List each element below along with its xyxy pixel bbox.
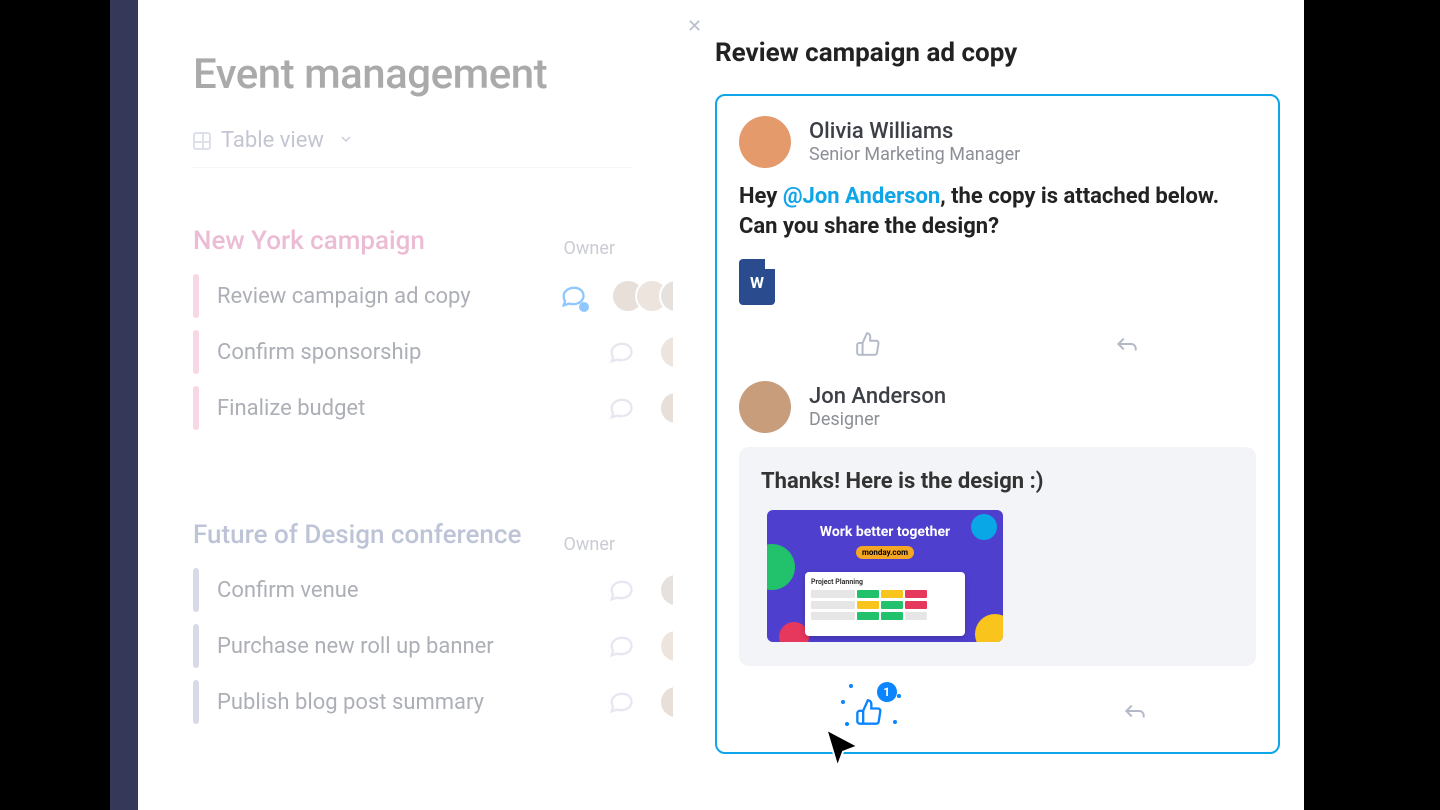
decorative-circle xyxy=(975,614,1003,642)
reply-button[interactable] xyxy=(1114,331,1140,361)
group-color-bar xyxy=(193,330,199,374)
unread-dot-icon xyxy=(579,302,589,312)
task-row[interactable]: Publish blog post summary xyxy=(193,674,693,730)
cursor-icon xyxy=(821,726,865,774)
like-count-badge: 1 xyxy=(877,682,897,702)
thumb-mini-board: Project Planning xyxy=(805,572,965,636)
avatar xyxy=(739,116,791,168)
mention[interactable]: @Jon Anderson xyxy=(783,184,940,209)
table-icon xyxy=(193,132,211,150)
author-name: Jon Anderson xyxy=(809,384,946,409)
group-future-of-design: Future of Design conference Confirm venu… xyxy=(193,520,693,730)
task-name: Review campaign ad copy xyxy=(217,284,559,309)
task-name: Finalize budget xyxy=(217,396,607,421)
chat-icon[interactable] xyxy=(607,338,635,366)
reply-button[interactable] xyxy=(1122,680,1148,740)
group-title[interactable]: New York campaign xyxy=(193,226,693,256)
view-switch-label: Table view xyxy=(221,128,324,153)
post-actions xyxy=(739,325,1256,363)
group-color-bar xyxy=(193,274,199,318)
task-row[interactable]: Confirm sponsorship xyxy=(193,324,693,380)
item-detail-panel: ✕ Review campaign ad copy Olivia William… xyxy=(673,0,1304,810)
group-title[interactable]: Future of Design conference xyxy=(193,520,693,550)
group-new-york-campaign: New York campaign Review campaign ad cop… xyxy=(193,226,693,436)
group-color-bar xyxy=(193,680,199,724)
task-row[interactable]: Review campaign ad copy xyxy=(193,268,693,324)
avatar xyxy=(739,381,791,433)
reply-text: Thanks! Here is the design :) xyxy=(761,469,1234,494)
task-row[interactable]: Purchase new roll up banner xyxy=(193,618,693,674)
word-attachment-icon[interactable]: W xyxy=(739,259,775,305)
thumb-headline: Work better together xyxy=(820,524,950,540)
chat-icon[interactable] xyxy=(607,688,635,716)
post-text: Hey @Jon Anderson, the copy is attached … xyxy=(739,182,1256,241)
chat-icon[interactable] xyxy=(607,632,635,660)
group-color-bar xyxy=(193,568,199,612)
task-name: Confirm venue xyxy=(217,578,607,603)
close-icon[interactable]: ✕ xyxy=(687,16,702,37)
thumb-pill: monday.com xyxy=(856,546,914,559)
post-author: Olivia Williams Senior Marketing Manager xyxy=(739,116,1256,168)
detail-title: Review campaign ad copy xyxy=(715,38,1280,68)
reply-actions: 1 xyxy=(739,680,1256,740)
task-row[interactable]: Confirm venue xyxy=(193,562,693,618)
reply: Jon Anderson Designer Thanks! Here is th… xyxy=(739,381,1256,740)
author-name: Olivia Williams xyxy=(809,119,1020,144)
task-name: Publish blog post summary xyxy=(217,690,607,715)
board-panel: Event management Table view Owner New Yo… xyxy=(138,0,673,810)
reply-body: Thanks! Here is the design :) Work bette… xyxy=(739,447,1256,666)
reply-author: Jon Anderson Designer xyxy=(739,381,1256,433)
chat-icon[interactable] xyxy=(607,394,635,422)
task-name: Purchase new roll up banner xyxy=(217,634,607,659)
task-name: Confirm sponsorship xyxy=(217,340,607,365)
view-switch[interactable]: Table view xyxy=(193,128,633,168)
app-sidebar xyxy=(110,0,138,810)
decorative-circle xyxy=(767,544,795,590)
chat-icon[interactable] xyxy=(607,576,635,604)
task-row[interactable]: Finalize budget xyxy=(193,380,693,436)
chevron-down-icon xyxy=(338,128,354,153)
page-title: Event management xyxy=(193,50,547,99)
author-role: Senior Marketing Manager xyxy=(809,144,1020,165)
author-role: Designer xyxy=(809,409,946,430)
like-button[interactable] xyxy=(855,331,881,361)
design-thumbnail[interactable]: Work better together monday.com Project … xyxy=(767,510,1003,642)
decorative-circle xyxy=(971,514,997,540)
group-color-bar xyxy=(193,386,199,430)
thumb-mini-title: Project Planning xyxy=(811,578,959,586)
app-stage: Event management Table view Owner New Yo… xyxy=(0,0,1440,810)
chat-icon[interactable] xyxy=(559,282,587,310)
update-post-card[interactable]: Olivia Williams Senior Marketing Manager… xyxy=(715,94,1280,754)
group-color-bar xyxy=(193,624,199,668)
